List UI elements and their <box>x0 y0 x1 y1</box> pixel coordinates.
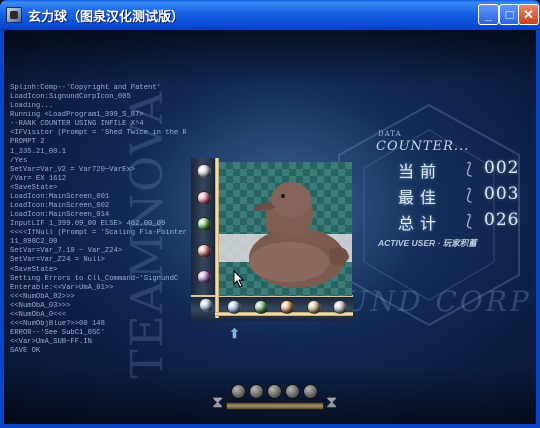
log-line: <SaveState> <box>10 183 58 192</box>
title-bar[interactable]: 玄力球（图泉汉化测试版） _ □ ✕ <box>0 0 540 30</box>
log-line: <<<NumObA_02>>> <box>10 292 75 301</box>
corner-ball[interactable] <box>199 298 213 312</box>
counter-row-current: 当前 ⟅ 002 <box>398 158 518 182</box>
minimize-button[interactable]: _ <box>478 4 499 25</box>
score-counter: DATA COUNTER... 当前 ⟅ 002 最佳 ⟅ 003 总计 ⟅ 0… <box>376 130 526 250</box>
control-ball[interactable] <box>267 384 282 399</box>
log-line: Loading... <box>10 102 54 111</box>
background-corp-text: UND CORP <box>344 285 532 318</box>
control-ball[interactable] <box>285 384 300 399</box>
active-user-text: ACTIVE USER <box>378 238 436 248</box>
log-line: <<NumObA_03>>> <box>10 301 71 310</box>
counter-row-best: 最佳 ⟅ 003 <box>398 184 518 208</box>
log-line: SAVE OK <box>10 347 41 356</box>
log-line: SetVar=Var_V2 = Var720~VarEx> <box>10 165 136 174</box>
log-line: Splinh:Comp--'Copyright and Patent' <box>10 84 161 92</box>
hourglass-left-icon[interactable]: ⧗ <box>212 394 224 416</box>
counter-label: 总计 <box>398 216 443 233</box>
log-line: Setting Errors to Cll_Command~'SignundC <box>10 274 179 283</box>
app-icon[interactable] <box>6 7 22 23</box>
mouse-cursor-icon <box>233 270 245 288</box>
rail-ball[interactable] <box>197 164 211 178</box>
log-line: <<<NumObjBlue?>>00 148 <box>10 320 105 329</box>
log-line: <SaveState> <box>10 265 58 274</box>
window-title: 玄力球（图泉汉化测试版） <box>28 9 185 24</box>
log-line: Enterable:<<Var>UmA_01>> <box>10 283 114 292</box>
log-line: ERROR--'See SubC1_0SC' <box>10 329 105 338</box>
window-frame-bottom <box>0 424 540 428</box>
game-client-area: TEAMNOVA UND CORP Splinh:Comp--'Copyrigh… <box>4 30 536 424</box>
script-log: Splinh:Comp--'Copyright and Patent' LoadI… <box>10 84 186 414</box>
log-line: 11_898C2_00 <box>10 238 58 247</box>
log-line: <IFVisitor (Prompt = 'Shed Twice in the … <box>10 129 186 138</box>
log-line: LoadIcon:MainScreen_014 <box>10 211 110 220</box>
game-board-area <box>191 158 353 323</box>
counter-value: 002 <box>484 158 520 178</box>
rail-ball[interactable] <box>197 270 211 284</box>
rail-ball[interactable] <box>227 300 241 314</box>
counter-data-label: DATA <box>378 130 402 138</box>
counter-value: 003 <box>484 184 520 204</box>
control-ball[interactable] <box>231 384 246 399</box>
counter-label: 当前 <box>398 164 443 181</box>
window-frame-right <box>536 30 540 428</box>
counter-bracket: ⟅ <box>466 213 473 230</box>
rail-ball[interactable] <box>280 300 294 314</box>
active-user-suffix: · 玩家积蓄 <box>437 238 477 248</box>
log-line: LoadIcon:MainScreen_001 <box>10 192 110 201</box>
log-line: <<NumObA_0<<< <box>10 310 67 319</box>
log-line: PROMPT 2 <box>10 138 45 147</box>
control-ball[interactable] <box>249 384 264 399</box>
log-line: SetVar=Var_Z24 = Null> <box>10 256 105 265</box>
log-line: 1_335.21_00.1 <box>10 147 67 156</box>
log-line: LoadIcon:MainScreen_002 <box>10 202 110 211</box>
maximize-button[interactable]: □ <box>499 4 520 25</box>
rail-ball[interactable] <box>333 300 347 314</box>
log-line: Running <LoadProgram1_399_S_87> <box>10 111 144 120</box>
log-line: /Yes <box>10 156 28 165</box>
rail-ball[interactable] <box>197 243 211 258</box>
counter-row-total: 总计 ⟅ 026 <box>398 210 518 234</box>
rail-ball[interactable] <box>306 300 321 314</box>
control-balls[interactable] <box>231 384 323 402</box>
counter-heading: COUNTER... <box>376 139 470 154</box>
pointer-arrow-icon: ⬆ <box>229 326 240 341</box>
left-rail <box>191 158 217 318</box>
log-line: SetVar=Var_7.10 ~ Var_Z24> <box>10 247 123 256</box>
log-line: /Var= EX 1612 <box>10 174 67 183</box>
control-ball[interactable] <box>303 384 318 399</box>
rail-ball[interactable] <box>253 300 268 314</box>
rail-ball[interactable] <box>197 217 211 231</box>
log-line: --RANK COUNTER USING INFILE X^4 <box>10 120 144 129</box>
counter-bracket: ⟅ <box>466 161 473 178</box>
log-line: InputLIF 1_399.09_00 ELSE> 462.00_09 <box>10 220 166 229</box>
active-user-label: ACTIVE USER · 玩家积蓄 <box>378 237 477 249</box>
hourglass-right-icon[interactable]: ⧗ <box>326 394 338 416</box>
control-bar[interactable] <box>226 402 324 410</box>
log-line: <<<<IfNull (Prompt = 'Scaling Fla-Pointe… <box>10 229 186 238</box>
counter-value: 026 <box>484 210 520 230</box>
log-line: LoadIcon:SignundCorpIcon_005 <box>10 93 131 102</box>
close-button[interactable]: ✕ <box>518 4 539 25</box>
counter-bracket: ⟅ <box>466 187 473 204</box>
log-line: <<Var>UmA_SUB~FF.IN <box>10 338 92 347</box>
counter-label: 最佳 <box>398 190 443 207</box>
rail-ball[interactable] <box>197 190 211 205</box>
